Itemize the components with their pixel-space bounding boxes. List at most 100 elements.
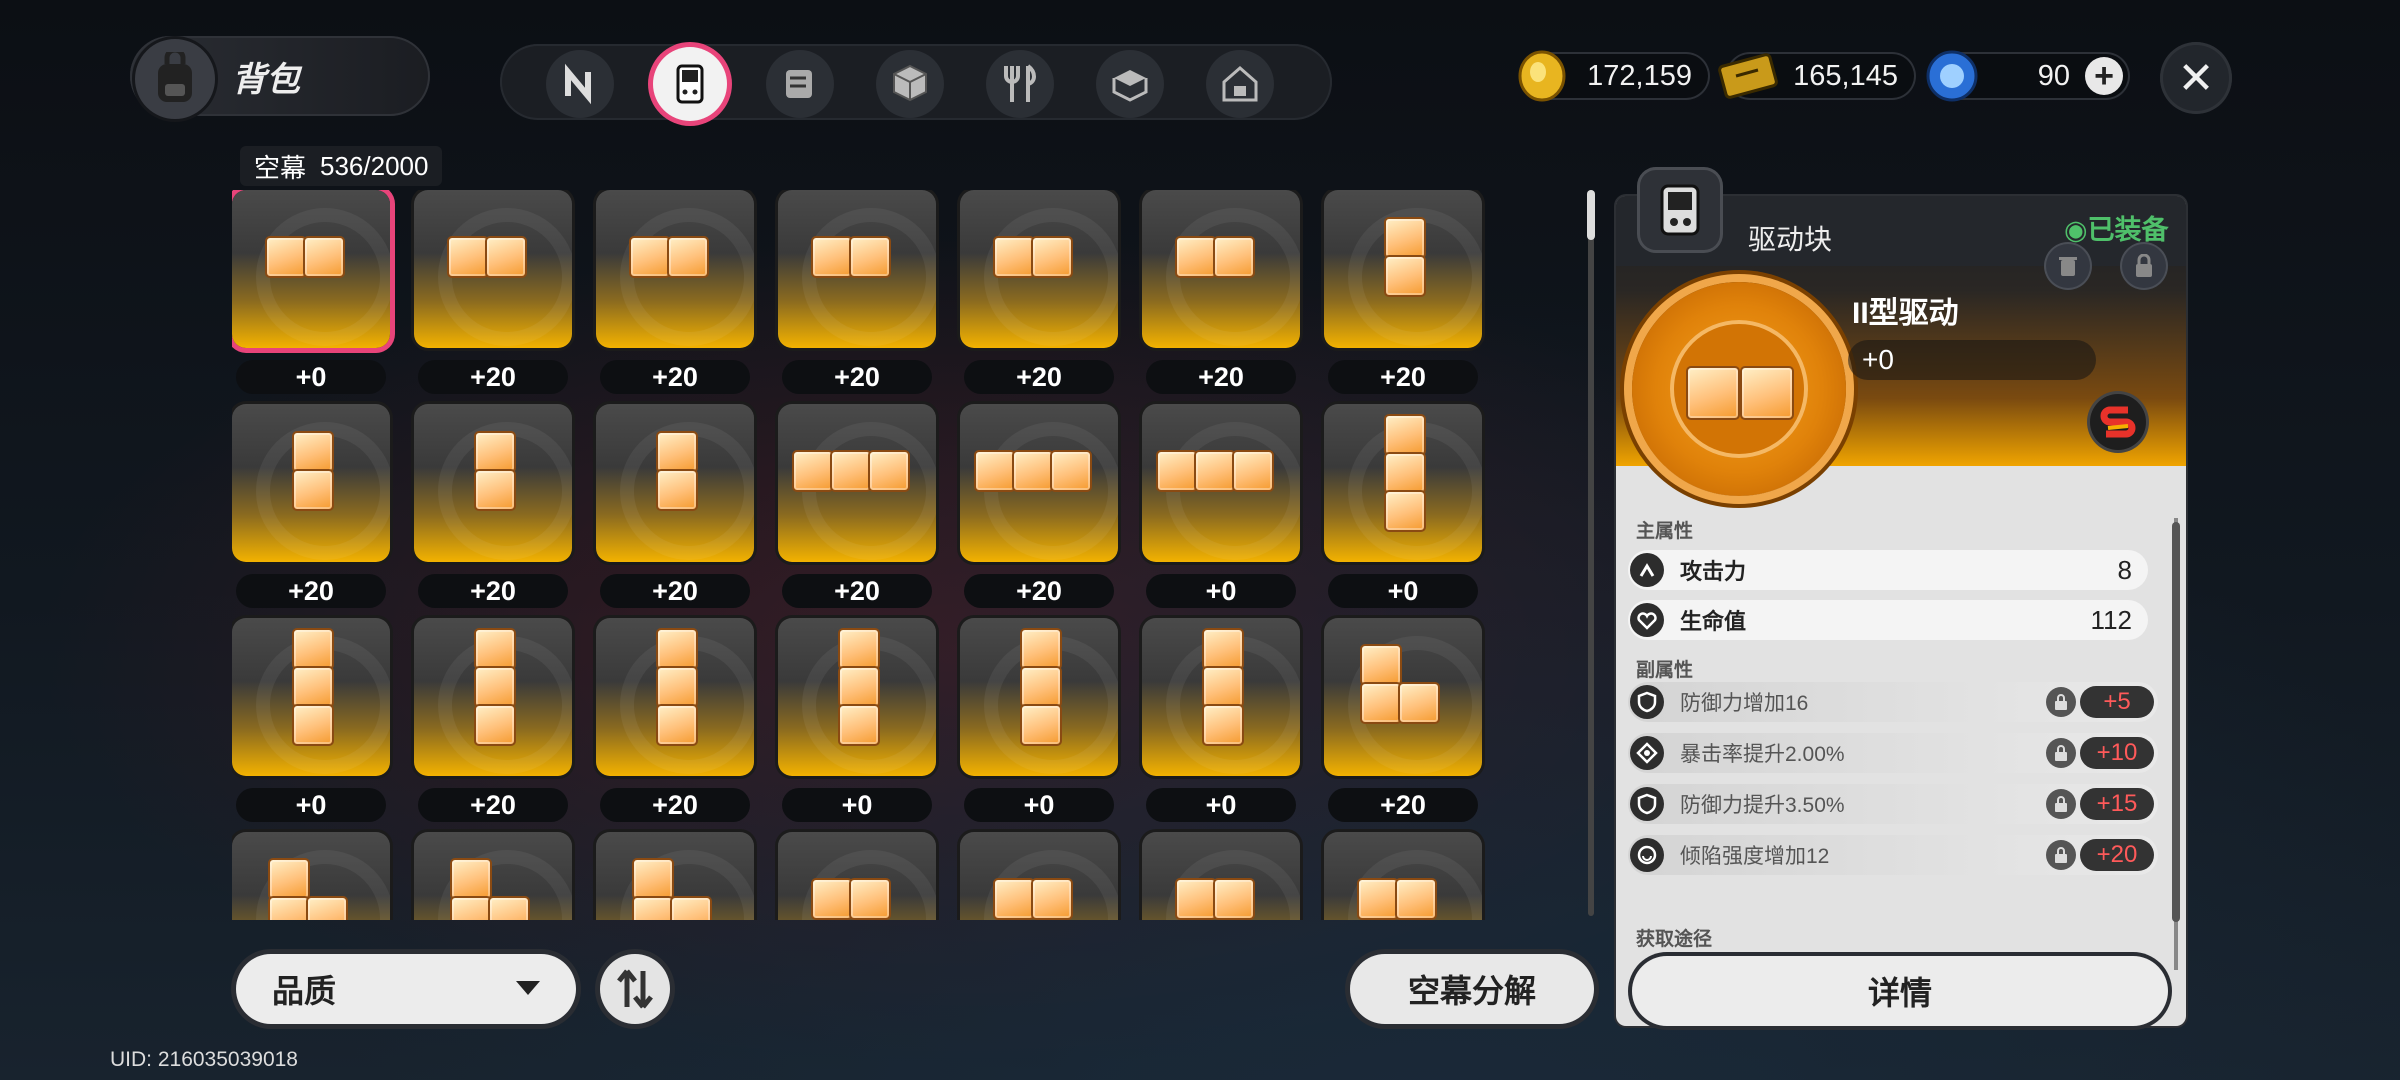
inventory-item[interactable] [960,832,1118,920]
blue-gem-icon [1926,50,1978,102]
inventory-item[interactable]: +20 [960,190,1118,404]
inventory-item[interactable]: +0 [778,618,936,832]
inventory-item[interactable]: +0 [1142,404,1300,618]
sub-stat-name: 倾陷强度增加12 [1680,845,1830,868]
inventory-item[interactable]: +0 [232,190,390,404]
drive-tile[interactable] [596,190,754,348]
drive-block-icon [1213,878,1255,920]
lock-button[interactable] [2122,244,2166,288]
medal-block [1740,366,1794,420]
equipped-dot-icon: ◉ [2064,215,2088,245]
inventory-item[interactable] [232,832,390,920]
drive-tile[interactable] [778,618,936,776]
category-tab-handheld[interactable] [653,47,727,121]
inventory-item[interactable]: +20 [778,190,936,404]
drive-tile[interactable] [1324,618,1482,776]
drive-tile[interactable] [414,190,572,348]
drive-tile[interactable] [1324,190,1482,348]
inventory-item[interactable]: +20 [1142,190,1300,404]
drive-tile[interactable] [414,618,572,776]
inventory-item[interactable]: +0 [960,618,1118,832]
category-tab-house-gift[interactable] [1206,50,1274,118]
inventory-item[interactable]: +20 [414,404,572,618]
add-gem-button[interactable]: + [2085,57,2123,95]
drive-tile[interactable] [1142,190,1300,348]
inventory-item[interactable]: +0 [1324,404,1482,618]
drive-block-icon [485,236,527,278]
category-tab-icon-n[interactable] [546,50,614,118]
equipped-label: 已装备 [2087,215,2169,245]
inventory-item[interactable]: +20 [778,404,936,618]
grid-scroll-thumb[interactable] [1587,190,1595,240]
category-tab-scroll[interactable] [766,50,834,118]
ticket-icon [1718,53,1778,99]
item-level-label: +0 [1146,574,1296,608]
drive-tile[interactable] [960,832,1118,920]
drive-tile[interactable] [1142,618,1300,776]
inventory-item[interactable] [778,832,936,920]
category-tab-cube[interactable] [876,50,944,118]
drive-tile[interactable] [596,832,754,920]
inventory-item[interactable]: +20 [414,190,572,404]
inventory-item[interactable]: +20 [1324,618,1482,832]
inventory-item[interactable]: +20 [596,190,754,404]
inventory-item[interactable] [1324,832,1482,920]
drive-block-icon [1232,450,1274,492]
inventory-item[interactable]: +20 [1324,190,1482,404]
drive-block-icon [450,858,492,900]
detail-scroll-thumb[interactable] [2172,522,2180,922]
close-button[interactable]: ✕ [2160,42,2232,114]
inventory-item[interactable]: +20 [232,404,390,618]
item-level-label: +0 [1146,788,1296,822]
category-tab-box-open[interactable] [1096,50,1164,118]
shield-icon [1630,685,1664,719]
drive-block-icon [1156,450,1198,492]
drive-tile[interactable] [960,618,1118,776]
drive-tile[interactable] [960,404,1118,562]
drive-tile[interactable] [232,190,390,348]
drive-tile[interactable] [232,832,390,920]
item-level-label: +20 [600,360,750,394]
category-tab-fork-knife[interactable] [986,50,1054,118]
sort-order-button[interactable] [600,954,670,1024]
drive-tile[interactable] [778,190,936,348]
inventory-item[interactable]: +20 [960,404,1118,618]
drive-block-icon [792,450,834,492]
drive-block-icon [667,236,709,278]
trash-button[interactable] [2046,244,2090,288]
scroll-icon [786,70,812,98]
grid-scrollbar[interactable] [1588,190,1594,916]
inventory-item[interactable]: +20 [596,404,754,618]
inventory-item[interactable] [596,832,754,920]
inventory-item[interactable]: +0 [232,618,390,832]
drive-tile[interactable] [596,404,754,562]
details-button[interactable]: 详情 [1632,956,2168,1026]
drive-tile[interactable] [232,618,390,776]
drive-tile[interactable] [778,404,936,562]
drive-tile[interactable] [232,404,390,562]
inventory-item[interactable] [414,832,572,920]
drive-block-icon [474,431,516,473]
drive-tile[interactable] [1324,404,1482,562]
drive-tile[interactable] [1324,832,1482,920]
drive-tile[interactable] [960,190,1118,348]
drive-tile[interactable] [778,832,936,920]
decompose-button[interactable]: 空幕分解 [1350,954,1594,1024]
drive-tile[interactable] [1142,832,1300,920]
drive-block-icon [306,896,348,920]
item-level-label: +20 [418,788,568,822]
drive-block-icon [1050,450,1092,492]
sub-stat-value: +15 [2080,788,2154,820]
drive-tile[interactable] [1142,404,1300,562]
inventory-item[interactable]: +20 [596,618,754,832]
drive-block-icon [1384,452,1426,494]
drive-tile[interactable] [414,832,572,920]
sort-dropdown[interactable]: 品质 [236,954,576,1024]
drive-block-icon [488,896,530,920]
drive-tile[interactable] [414,404,572,562]
drive-tile[interactable] [596,618,754,776]
inventory-item[interactable] [1142,832,1300,920]
inventory-item[interactable]: +0 [1142,618,1300,832]
sub-stat-name: 防御力提升3.50% [1680,794,1845,817]
inventory-item[interactable]: +20 [414,618,572,832]
